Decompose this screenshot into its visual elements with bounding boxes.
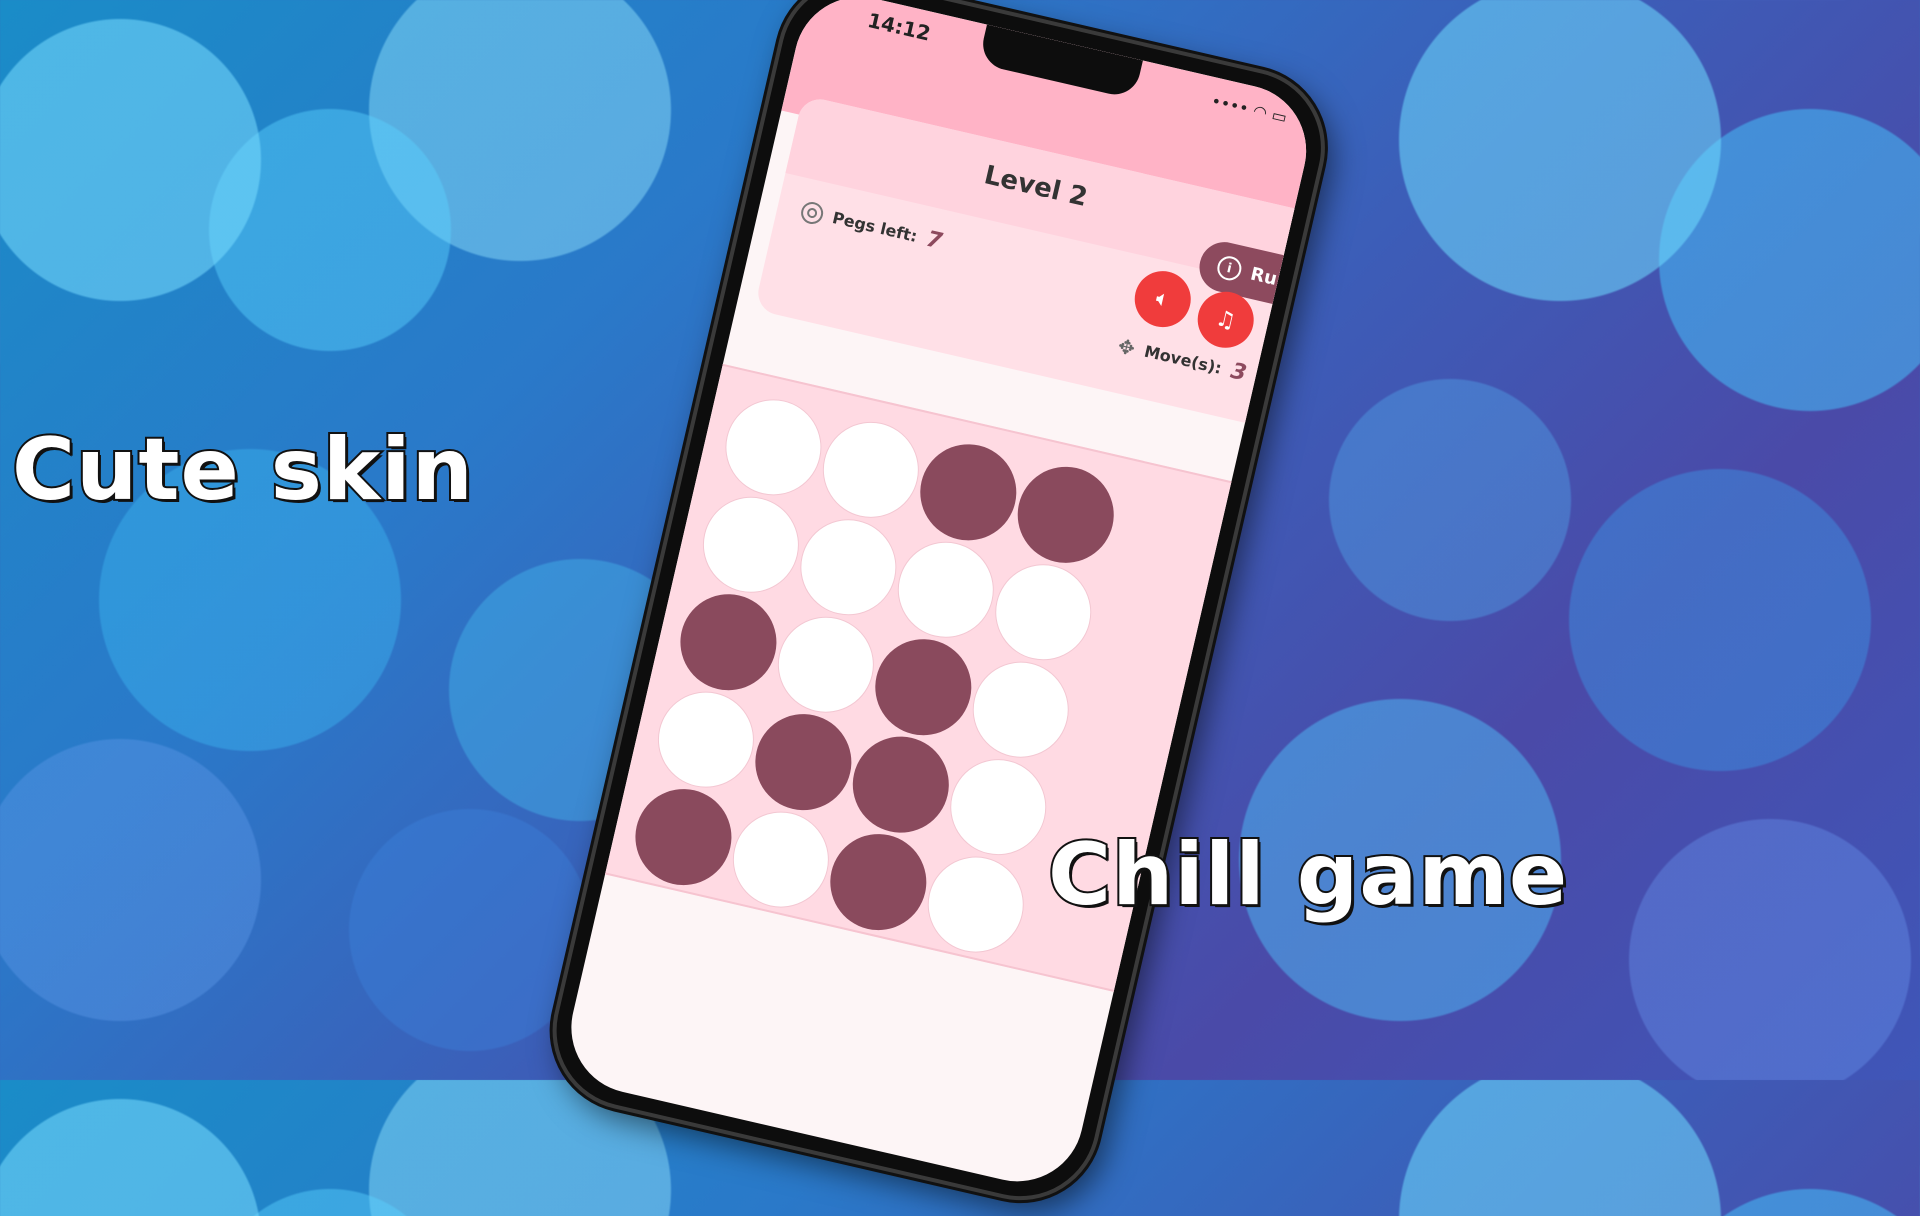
- peg-filled[interactable]: [670, 584, 786, 700]
- peg-filled[interactable]: [1008, 457, 1124, 573]
- signal-icon: ••••: [1209, 91, 1251, 119]
- pegs-left-label: Pegs left:: [830, 208, 920, 246]
- peg-hole[interactable]: [813, 412, 929, 528]
- peg-filled[interactable]: [745, 704, 861, 820]
- peg-hole[interactable]: [768, 607, 884, 723]
- target-icon: [799, 199, 826, 226]
- rules-label: Rules: [1248, 263, 1308, 297]
- sound-button[interactable]: 🔈︎: [1129, 265, 1197, 333]
- peg-hole[interactable]: [918, 846, 1034, 963]
- battery-icon: ▭: [1269, 105, 1289, 128]
- peg-filled[interactable]: [910, 434, 1026, 550]
- moves-value: 3: [1228, 358, 1249, 387]
- peg-filled[interactable]: [865, 629, 981, 745]
- phone-screen: 14:12 •••• ◠ ▭ Level 2 i Rules Pegs left…: [558, 0, 1320, 1195]
- phone-frame: 14:12 •••• ◠ ▭ Level 2 i Rules Pegs left…: [536, 0, 1341, 1216]
- move-arrows-icon: ✥: [1115, 333, 1138, 361]
- status-icons: •••• ◠ ▭: [1209, 91, 1288, 127]
- peg-hole[interactable]: [790, 509, 906, 625]
- pegs-left-row: Pegs left: 7: [799, 198, 945, 255]
- peg-hole[interactable]: [715, 389, 831, 505]
- peg-hole[interactable]: [648, 682, 764, 798]
- status-time: 14:12: [865, 7, 933, 46]
- peg-filled[interactable]: [625, 779, 742, 895]
- moves-label: Move(s):: [1142, 341, 1224, 378]
- peg-filled[interactable]: [820, 824, 936, 940]
- peg-hole[interactable]: [723, 802, 839, 918]
- peg-hole[interactable]: [888, 532, 1004, 648]
- music-note-icon: ♫: [1213, 305, 1239, 335]
- peg-filled[interactable]: [843, 727, 959, 843]
- wifi-icon: ◠: [1251, 100, 1270, 123]
- peg-hole[interactable]: [940, 749, 1056, 865]
- info-icon: i: [1214, 253, 1244, 283]
- pegs-left-value: 7: [923, 226, 945, 255]
- caption-cute-skin: Cute skin: [10, 418, 475, 522]
- peg-hole[interactable]: [693, 487, 809, 603]
- peg-hole[interactable]: [985, 554, 1101, 670]
- speaker-icon: 🔈︎: [1153, 285, 1172, 313]
- caption-chill-game: Chill game: [1046, 823, 1569, 927]
- peg-hole[interactable]: [963, 652, 1079, 768]
